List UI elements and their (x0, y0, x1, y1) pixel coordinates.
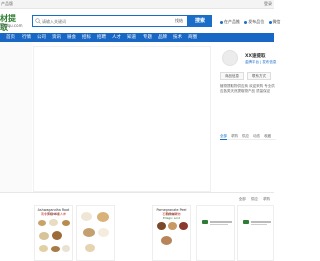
product-photo (51, 246, 60, 252)
brand-logo (243, 220, 249, 224)
product-photo (52, 231, 62, 240)
product-card[interactable] (76, 205, 115, 261)
profile-name[interactable]: XX速提取 (245, 53, 265, 59)
header-link-2[interactable]: 微信 (268, 19, 281, 24)
nav-item-know[interactable]: 知道 (127, 34, 136, 41)
product-photo (157, 222, 166, 230)
profile-card: XX速提取 金牌平台 | 发布信息 商品信息 联系方式 植物提取物供应商 欢迎采… (214, 46, 277, 192)
product-photo (168, 222, 177, 230)
product-card-subtitle: 南非醉茄 印度人参 (41, 212, 66, 216)
nav-item-talent[interactable]: 人才 (112, 34, 121, 41)
product-photo (81, 212, 92, 221)
nav-item-brand[interactable]: 品牌 (158, 34, 167, 41)
profile-description: 植物提取物供应商 欢迎采购 专业供应各类天然提取物产品 质量保证 (220, 84, 275, 93)
site-header: 材提取 yqtiqu.com 找结 搜索 在产品推 发布品位 微信 (0, 9, 281, 33)
search-box: 找结 (32, 15, 188, 27)
profile-tabs: 全部 求购 供应 动态 收藏 (220, 133, 276, 140)
search-icon (35, 18, 41, 24)
text-line (210, 224, 228, 225)
nav-item-topic[interactable]: 专题 (143, 34, 152, 41)
product-photo (85, 244, 95, 252)
product-photo (39, 232, 49, 240)
avatar[interactable] (222, 50, 238, 66)
product-card-tag: Ellagic acid (163, 216, 180, 220)
header-links: 在产品推 发布品位 微信 (220, 19, 284, 25)
product-info-button[interactable]: 商品信息 (220, 72, 244, 80)
dot-icon (220, 20, 223, 24)
nav-item-expo[interactable]: 展会 (67, 34, 76, 41)
search-input[interactable] (42, 17, 162, 25)
header-link-1-label: 发布品位 (248, 19, 265, 24)
nav-item-news[interactable]: 资讯 (52, 34, 61, 41)
search-button[interactable]: 搜索 (188, 15, 212, 27)
main-content-panel (33, 46, 211, 192)
logo-sub-text: yqtiqu.com (0, 23, 23, 28)
product-photo (38, 220, 46, 226)
product-link-supply[interactable]: 供应 (251, 197, 258, 201)
product-photo (98, 228, 109, 237)
header-link-0-label: 在产品推 (224, 19, 240, 24)
tab-fav[interactable]: 收藏 (264, 133, 271, 139)
product-card[interactable]: Ashwagandha Root Extract 南非醉茄 印度人参 (34, 205, 73, 261)
nav-item-circle[interactable]: 商圈 (188, 34, 197, 41)
nav-item-home[interactable]: 首页 (6, 34, 15, 41)
site-logo[interactable]: 材提取 yqtiqu.com (0, 14, 23, 32)
product-photo (49, 219, 58, 226)
text-line (251, 221, 271, 223)
product-section-links: 全部 供应 求购 (235, 197, 270, 202)
nav-item-tender[interactable]: 招标 (82, 34, 91, 41)
nav-item-market[interactable]: 行情 (22, 34, 31, 41)
header-link-0[interactable]: 在产品推 (220, 19, 240, 24)
product-photo (97, 212, 109, 222)
top-bar-login-link[interactable]: 登录 (264, 1, 272, 7)
tab-all[interactable]: 全部 (220, 133, 227, 140)
tab-feed[interactable]: 动态 (253, 133, 260, 139)
product-link-buy[interactable]: 求购 (263, 197, 270, 201)
dot-icon (244, 20, 248, 24)
nav-item-company[interactable]: 公司 (37, 34, 46, 41)
product-card[interactable]: Pomegranate Peel Extract 石榴皮提取物 Ellagic … (152, 205, 191, 261)
nav-item-tech[interactable]: 技术 (173, 34, 182, 41)
header-link-1[interactable]: 发布品位 (244, 19, 264, 24)
text-line (210, 221, 232, 223)
product-photo (39, 245, 48, 252)
tab-buy[interactable]: 求购 (231, 133, 238, 139)
product-photo (179, 222, 188, 230)
product-link-all[interactable]: 全部 (239, 197, 246, 201)
product-photo (62, 245, 70, 252)
nav-item-jobs[interactable]: 招聘 (97, 34, 106, 41)
profile-meta: 金牌平台 | 发布信息 (245, 60, 277, 64)
main-nav: 首页 行情 公司 资讯 展会 招标 招聘 人才 知道 专题 品牌 技术 商圈 (0, 33, 274, 42)
top-bar: 产品版 登录 (0, 0, 274, 9)
top-bar-left-text[interactable]: 产品版 (1, 1, 13, 7)
tab-supply[interactable]: 供应 (242, 133, 249, 139)
dot-icon (268, 20, 272, 24)
text-line (251, 224, 267, 225)
header-link-2-label: 微信 (272, 19, 281, 24)
search-scope-select[interactable]: 找结 (175, 18, 183, 24)
product-photo (62, 220, 70, 226)
contact-button[interactable]: 联系方式 (247, 72, 271, 80)
product-card[interactable] (196, 205, 235, 261)
left-gutter (0, 42, 32, 192)
product-photo (161, 236, 172, 245)
product-photo (83, 228, 95, 237)
product-card[interactable] (237, 205, 274, 261)
brand-logo (202, 220, 208, 224)
